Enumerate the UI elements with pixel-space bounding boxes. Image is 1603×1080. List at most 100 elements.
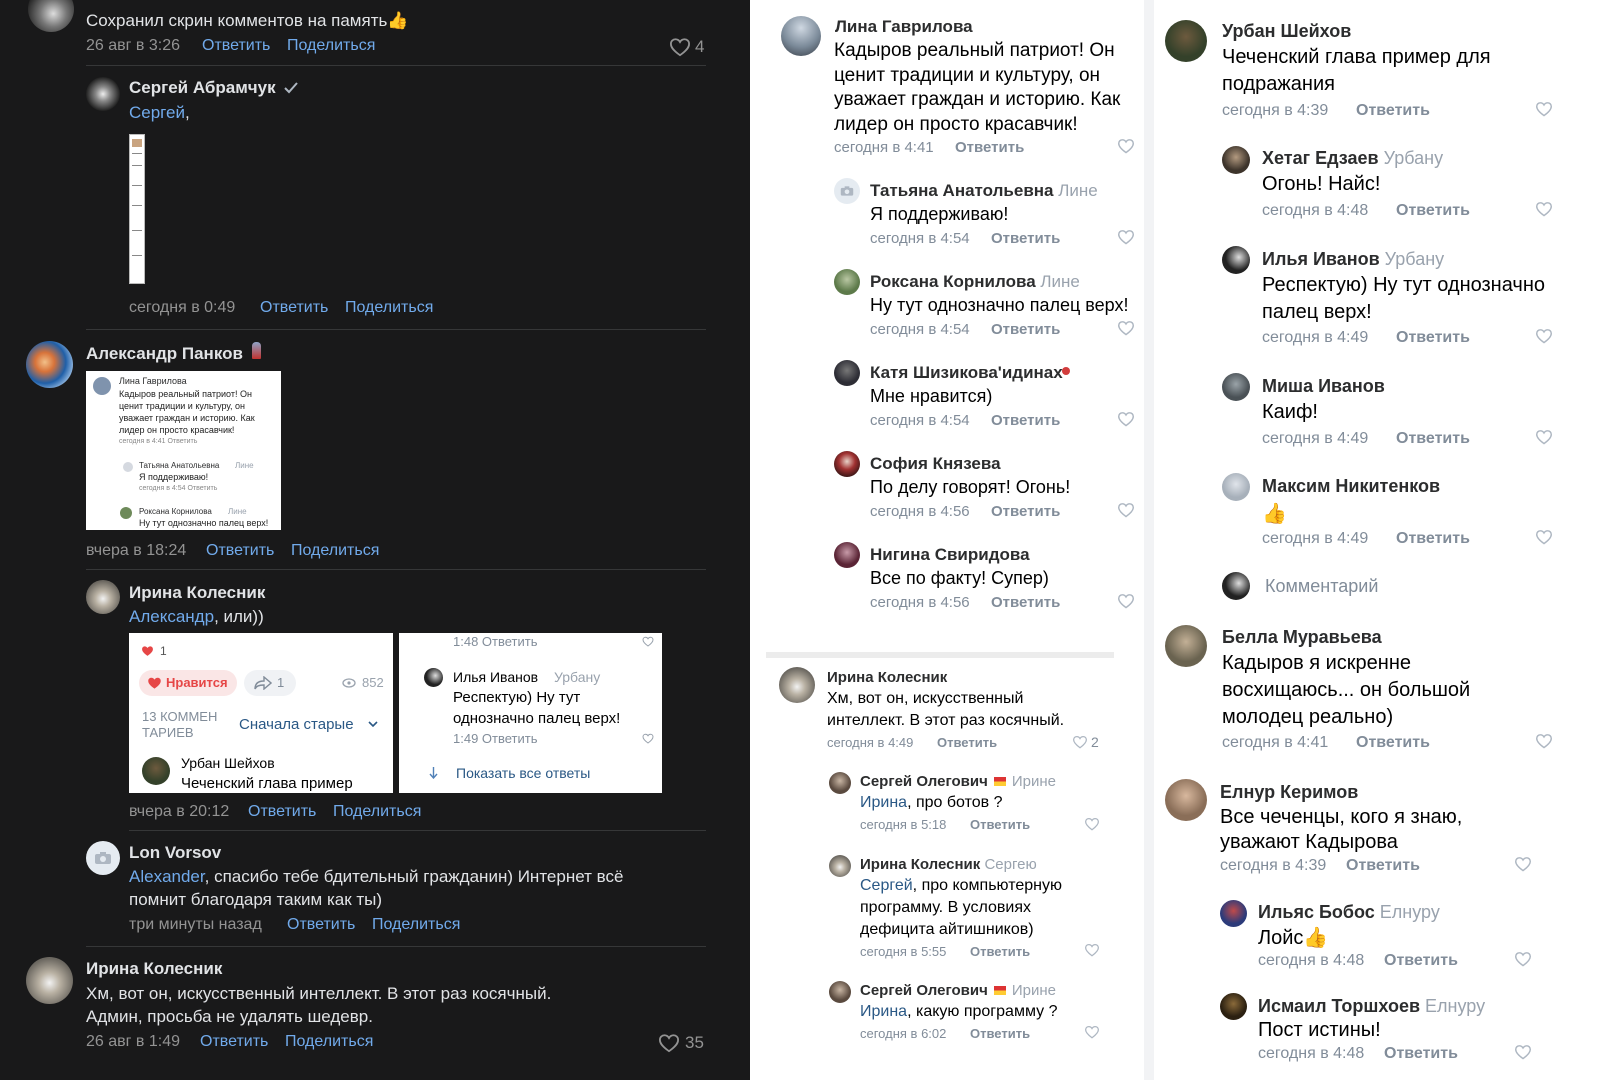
- reply-link[interactable]: Ответить: [937, 735, 997, 750]
- author-name[interactable]: Сергей Олегович Ирине: [860, 982, 1056, 999]
- reply-link[interactable]: Ответить: [970, 1026, 1030, 1041]
- avatar[interactable]: [829, 981, 851, 1003]
- author-name[interactable]: София Князева: [870, 454, 1001, 474]
- avatar[interactable]: [834, 542, 860, 568]
- heart-icon[interactable]: [1514, 856, 1532, 872]
- heart-icon[interactable]: [1117, 502, 1135, 518]
- heart-icon[interactable]: [1535, 429, 1553, 445]
- show-all-replies-link[interactable]: Показать все ответы: [456, 765, 590, 781]
- share-link[interactable]: Поделиться: [345, 299, 433, 317]
- avatar[interactable]: [1222, 373, 1250, 401]
- heart-icon[interactable]: [1535, 529, 1553, 545]
- author-name[interactable]: Lon Vorsov: [129, 843, 221, 863]
- share-button[interactable]: 1: [244, 670, 296, 696]
- mention-link[interactable]: Александр: [129, 607, 214, 626]
- author-name[interactable]: Урбан Шейхов: [1222, 21, 1351, 42]
- author-name-text[interactable]: Хетаг Едзаев: [1262, 148, 1379, 168]
- author-name[interactable]: Ирина Колесник Сергею: [860, 856, 1037, 873]
- reply-link[interactable]: Ответить: [248, 803, 316, 821]
- heart-icon[interactable]: [669, 37, 691, 57]
- author-name-text[interactable]: Сергей Олегович: [860, 773, 988, 790]
- avatar[interactable]: [834, 360, 860, 386]
- chevron-down-icon[interactable]: [368, 721, 378, 728]
- avatar[interactable]: [26, 957, 73, 1004]
- avatar[interactable]: [1222, 246, 1250, 274]
- heart-icon[interactable]: [1514, 1044, 1532, 1060]
- attached-screenshot[interactable]: 1:48 Ответить Илья Иванов Урбану Респект…: [399, 633, 662, 793]
- heart-icon[interactable]: [1084, 943, 1100, 957]
- avatar[interactable]: [834, 269, 860, 295]
- avatar[interactable]: [779, 667, 815, 703]
- heart-icon[interactable]: [1117, 411, 1135, 427]
- share-link[interactable]: Поделиться: [285, 1033, 373, 1051]
- avatar[interactable]: [1222, 473, 1250, 501]
- reply-link[interactable]: Ответить: [260, 299, 328, 317]
- heart-icon[interactable]: [1072, 735, 1088, 749]
- avatar[interactable]: [1165, 625, 1207, 667]
- share-link[interactable]: Поделиться: [372, 916, 460, 934]
- reply-link[interactable]: Ответить: [955, 139, 1024, 156]
- mention-link[interactable]: Сергей: [860, 877, 913, 894]
- avatar[interactable]: [834, 178, 860, 204]
- author-name[interactable]: Ирина Колесник: [129, 583, 265, 603]
- reply-link[interactable]: Ответить: [991, 412, 1060, 429]
- avatar[interactable]: [834, 451, 860, 477]
- avatar[interactable]: [1165, 779, 1207, 821]
- heart-icon[interactable]: [1117, 138, 1135, 154]
- reply-link[interactable]: Ответить: [1396, 202, 1470, 220]
- heart-icon[interactable]: [1514, 951, 1532, 967]
- author-name[interactable]: Александр Панков: [86, 344, 243, 364]
- mention-link[interactable]: Alexander: [129, 867, 205, 886]
- reply-link[interactable]: Ответить: [1384, 952, 1458, 970]
- author-name[interactable]: Миша Иванов: [1262, 376, 1385, 397]
- reply-link[interactable]: Ответить: [970, 944, 1030, 959]
- reply-link[interactable]: Ответить: [1396, 329, 1470, 347]
- avatar[interactable]: [1220, 900, 1247, 927]
- author-name[interactable]: Роксана Корнилова Лине: [870, 272, 1080, 292]
- reply-link[interactable]: Ответить: [1346, 857, 1420, 875]
- reply-link[interactable]: Ответить: [1396, 430, 1470, 448]
- author-name-text[interactable]: Татьяна Анатольевна: [870, 181, 1054, 200]
- reply-link[interactable]: Ответить: [206, 542, 274, 560]
- heart-icon[interactable]: [658, 1033, 680, 1053]
- reply-link[interactable]: Ответить: [287, 916, 355, 934]
- author-name-text[interactable]: Ирина Колесник: [860, 856, 980, 873]
- avatar[interactable]: [829, 772, 851, 794]
- author-name[interactable]: Ирина Колесник: [827, 669, 947, 686]
- author-name[interactable]: Татьяна Анатольевна Лине: [870, 181, 1098, 201]
- author-name[interactable]: Илья Иванов Урбану: [1262, 249, 1444, 270]
- reply-link[interactable]: Ответить: [1356, 102, 1430, 120]
- heart-icon[interactable]: [1117, 320, 1135, 336]
- heart-icon[interactable]: [1535, 733, 1553, 749]
- reply-link[interactable]: Ответить: [991, 230, 1060, 247]
- heart-icon[interactable]: [1084, 1025, 1100, 1039]
- author-name-text[interactable]: Роксана Корнилова: [870, 272, 1036, 291]
- heart-icon[interactable]: [1117, 593, 1135, 609]
- author-name-text[interactable]: Илья Иванов: [1262, 249, 1380, 269]
- attached-image[interactable]: [129, 134, 145, 284]
- author-name[interactable]: Лина Гаврилова: [835, 17, 973, 37]
- avatar[interactable]: [26, 341, 73, 388]
- reply-link[interactable]: Ответить: [1396, 530, 1470, 548]
- author-name-text[interactable]: Исмаил Торшхоев: [1258, 996, 1420, 1016]
- reply-link[interactable]: Ответить: [1356, 734, 1430, 752]
- mention-link[interactable]: Ирина: [860, 1003, 907, 1020]
- avatar[interactable]: [86, 77, 120, 111]
- author-name[interactable]: Катя Шизикова'идинах: [870, 363, 1063, 383]
- reply-link[interactable]: Ответить: [991, 594, 1060, 611]
- heart-icon[interactable]: [1084, 817, 1100, 831]
- author-name[interactable]: Елнур Керимов: [1220, 782, 1358, 803]
- author-name[interactable]: Нигина Свиридова: [870, 545, 1030, 565]
- author-name[interactable]: Максим Никитенков: [1262, 476, 1440, 497]
- author-name[interactable]: Сергей Олегович Ирине: [860, 773, 1056, 790]
- avatar[interactable]: [781, 16, 821, 56]
- avatar[interactable]: [829, 855, 851, 877]
- avatar[interactable]: [86, 841, 120, 875]
- author-name[interactable]: Хетаг Едзаев Урбану: [1262, 148, 1443, 169]
- reply-link[interactable]: Ответить: [1384, 1045, 1458, 1063]
- share-link[interactable]: Поделиться: [287, 37, 375, 55]
- author-name[interactable]: Ирина Колесник: [86, 959, 222, 979]
- avatar[interactable]: [1222, 146, 1250, 174]
- avatar[interactable]: [86, 580, 120, 614]
- avatar[interactable]: [1222, 572, 1250, 600]
